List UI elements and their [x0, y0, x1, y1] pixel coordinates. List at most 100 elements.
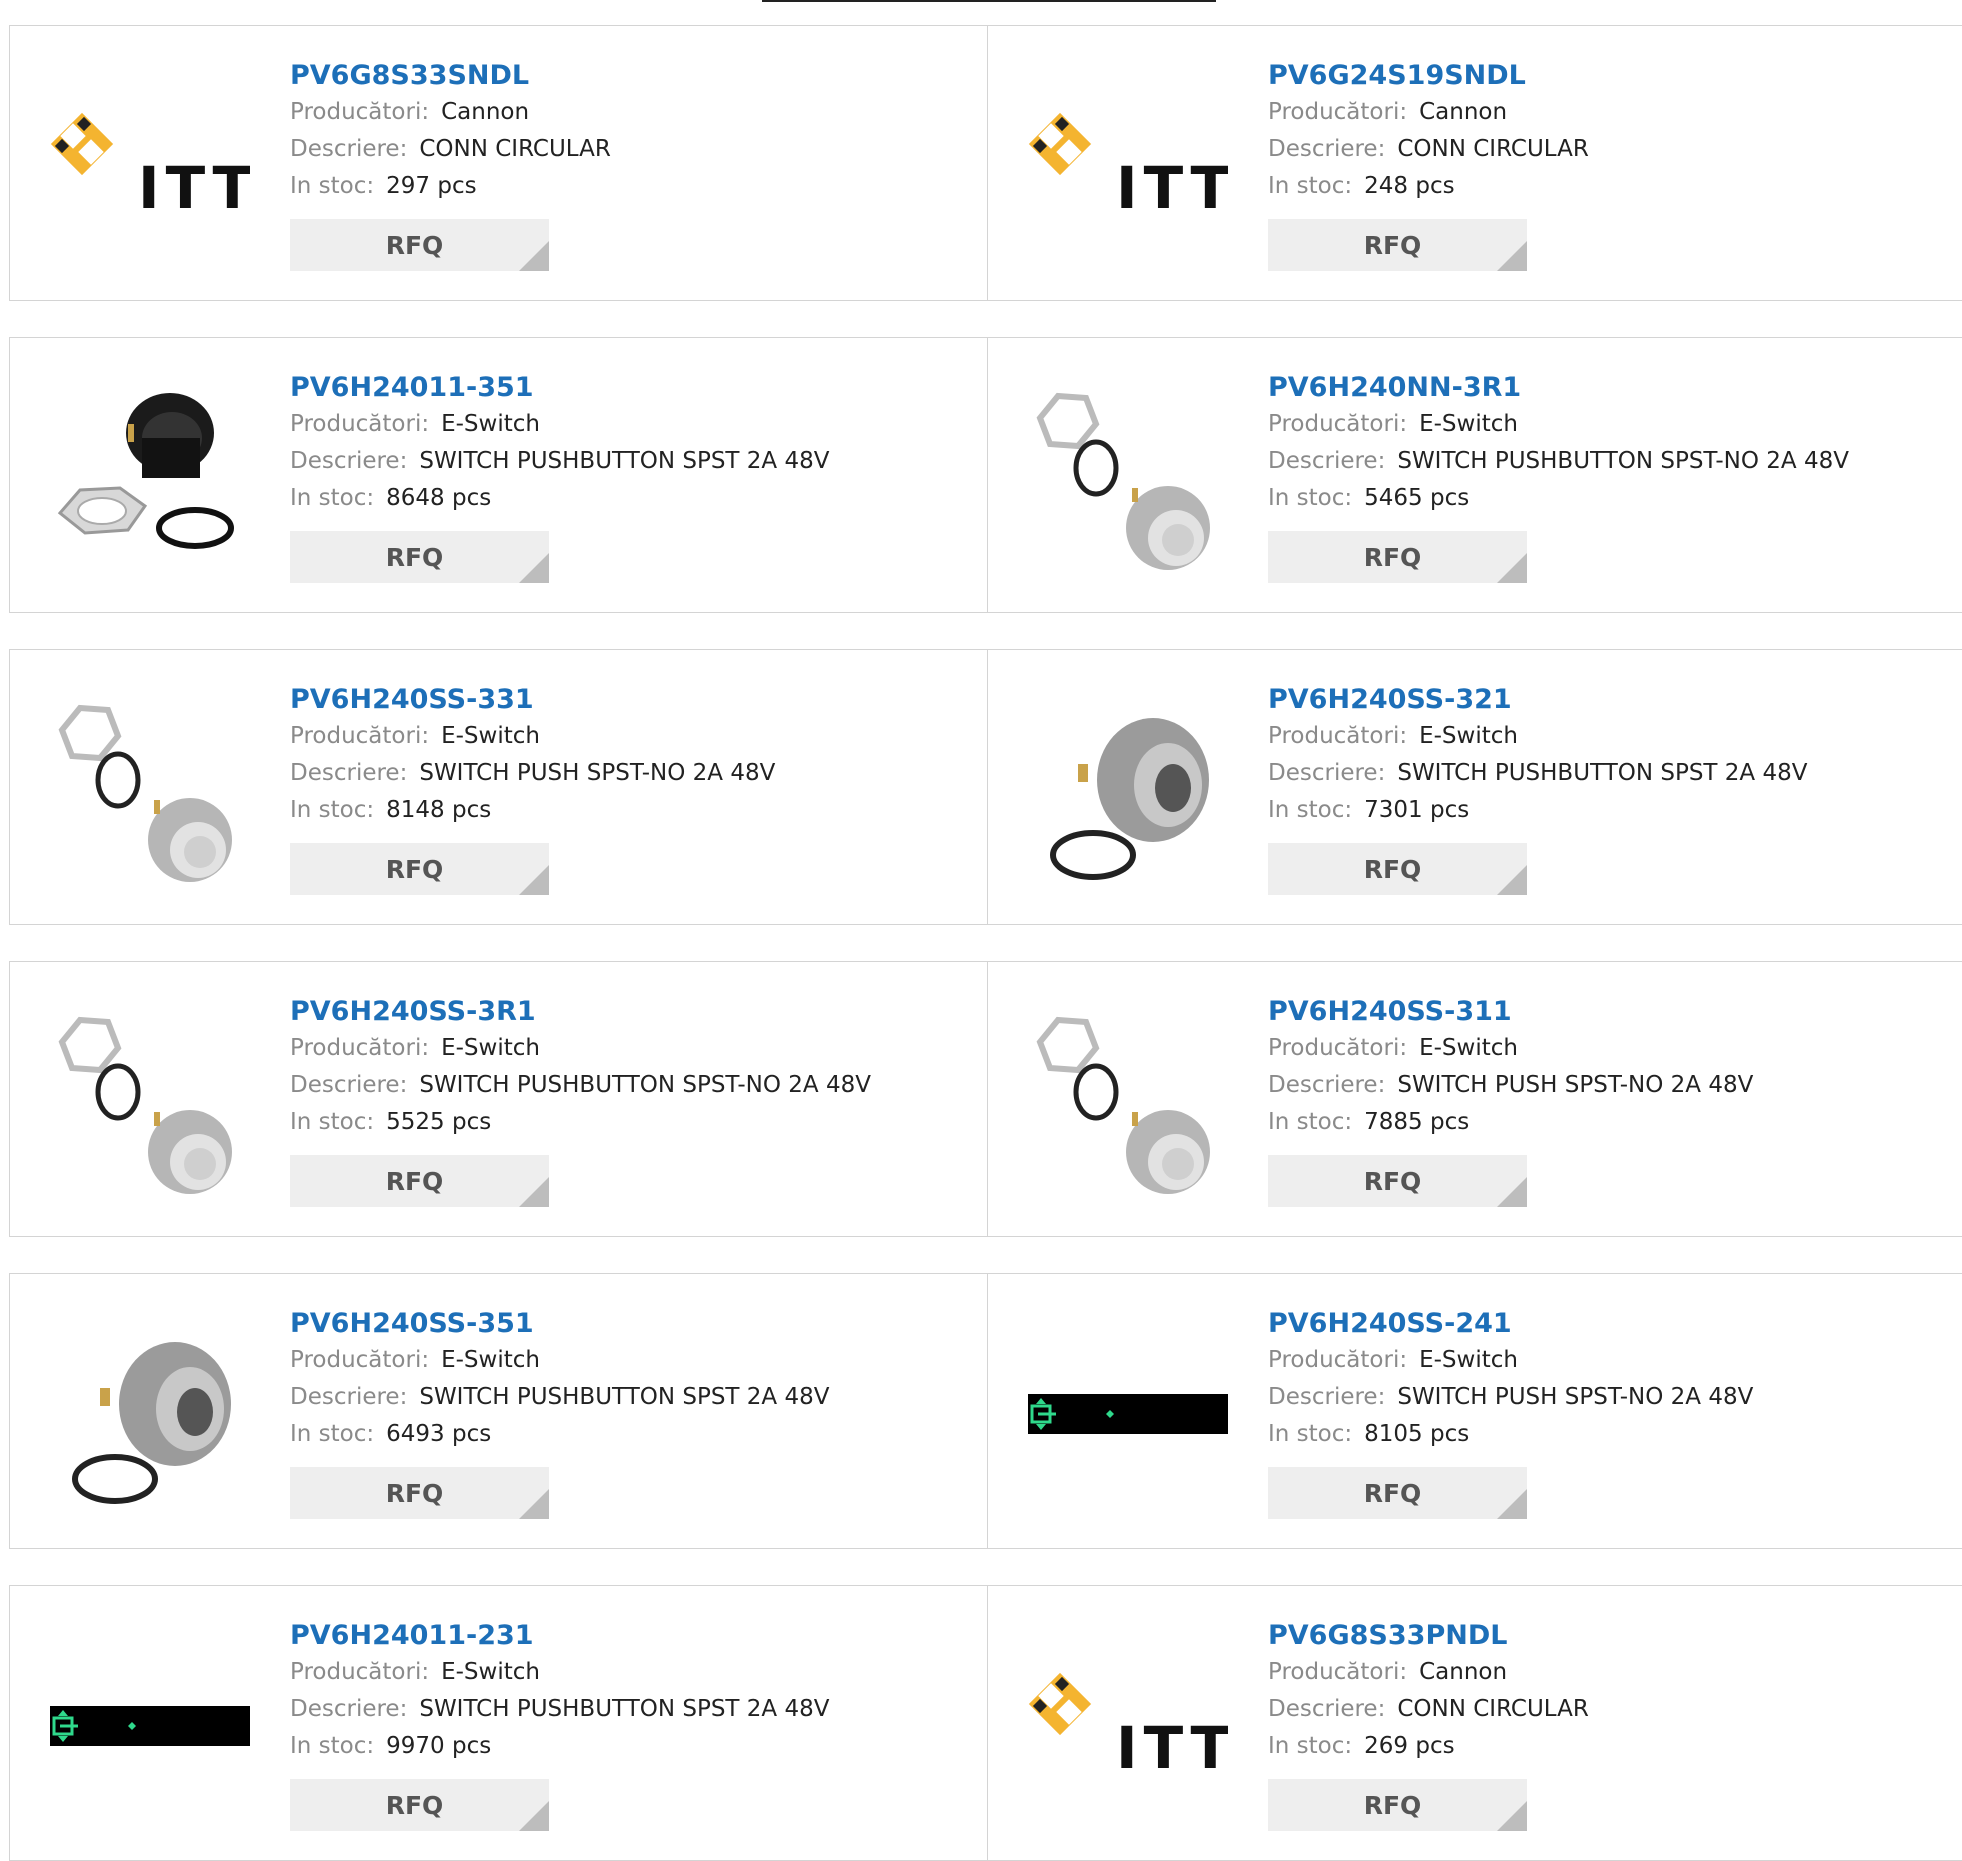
product-manufacturer-row: Producători: Cannon: [290, 94, 611, 131]
product-description-label: Descriere:: [1268, 1696, 1386, 1722]
product-image[interactable]: ITT: [50, 66, 250, 266]
product-info: PV6G24S19SNDL Producători: Cannon Descriere…: [1268, 58, 1589, 271]
product-manufacturer-row: Producători: Cannon: [1268, 1654, 1589, 1691]
rfq-button-label: RFQ: [1363, 854, 1422, 884]
product-image[interactable]: [1028, 1314, 1228, 1514]
product-stock-value: 8148 pcs: [386, 797, 492, 823]
product-description-label: Descriere:: [290, 760, 408, 786]
rfq-button[interactable]: RFQ: [1268, 843, 1527, 895]
corner-triangle-icon: [519, 241, 549, 271]
product-row: PV6H240SS-3R1 Producători: E-Switch Descrie…: [9, 961, 1962, 1237]
product-part-number-link[interactable]: PV6H240SS-311: [1268, 994, 1753, 1030]
rfq-button[interactable]: RFQ: [290, 1155, 549, 1207]
product-card: ITT PV6G24S19SNDL Producători: Cannon Descr…: [987, 26, 1962, 300]
product-info: PV6H240SS-321 Producători: E-Switch Descrie…: [1268, 682, 1807, 895]
rfq-button-label: RFQ: [1363, 542, 1422, 572]
corner-triangle-icon: [519, 1801, 549, 1831]
top-divider: [762, 0, 1216, 2]
product-image[interactable]: [50, 690, 250, 890]
product-description-row: Descriere: SWITCH PUSHBUTTON SPST 2A 48V: [1268, 755, 1807, 792]
corner-triangle-icon: [519, 865, 549, 895]
product-card: PV6H240SS-241 Producători: E-Switch Descrie…: [987, 1274, 1962, 1548]
corner-triangle-icon: [519, 553, 549, 583]
product-stock-value: 9970 pcs: [386, 1733, 492, 1759]
product-image[interactable]: [1028, 378, 1228, 578]
product-image[interactable]: [1028, 690, 1228, 890]
product-part-number-link[interactable]: PV6H240NN-3R1: [1268, 370, 1849, 406]
rfq-button[interactable]: RFQ: [1268, 1779, 1527, 1831]
product-description-row: Descriere: SWITCH PUSHBUTTON SPST 2A 48V: [290, 1691, 829, 1728]
product-row: PV6H240SS-351 Producători: E-Switch Descrie…: [9, 1273, 1962, 1549]
rfq-button[interactable]: RFQ: [290, 1779, 549, 1831]
rfq-button[interactable]: RFQ: [1268, 1467, 1527, 1519]
product-row: ITT PV6G8S33SNDL Producători: Cannon Descri…: [9, 25, 1962, 301]
product-part-number-link[interactable]: PV6G24S19SNDL: [1268, 58, 1589, 94]
product-manufacturer-value: Cannon: [1419, 1659, 1508, 1685]
svg-text:ITT: ITT: [1116, 154, 1228, 222]
product-part-number-link[interactable]: PV6H240SS-321: [1268, 682, 1807, 718]
product-image[interactable]: [1028, 1002, 1228, 1202]
product-card: PV6H240SS-321 Producători: E-Switch Descrie…: [987, 650, 1962, 924]
product-manufacturer-label: Producători:: [1268, 723, 1408, 749]
product-manufacturer-label: Producători:: [1268, 1347, 1408, 1373]
product-part-number-link[interactable]: PV6G8S33SNDL: [290, 58, 611, 94]
rfq-button[interactable]: RFQ: [1268, 219, 1527, 271]
product-card: ITT PV6G8S33PNDL Producători: Cannon Descri…: [987, 1586, 1962, 1860]
svg-text:ITT: ITT: [1116, 1714, 1228, 1782]
product-description-value: SWITCH PUSHBUTTON SPST-NO 2A 48V: [1397, 448, 1849, 474]
product-manufacturer-label: Producători:: [1268, 411, 1408, 437]
product-image[interactable]: ITT: [1028, 66, 1228, 266]
product-manufacturer-row: Producători: E-Switch: [290, 1342, 829, 1379]
product-part-number-link[interactable]: PV6H240SS-241: [1268, 1306, 1753, 1342]
product-stock-row: In stoc: 6493 pcs: [290, 1416, 829, 1453]
product-stock-row: In stoc: 248 pcs: [1268, 168, 1589, 205]
product-description-value: SWITCH PUSH SPST-NO 2A 48V: [419, 760, 776, 786]
product-description-label: Descriere:: [290, 136, 408, 162]
product-manufacturer-label: Producători:: [1268, 1659, 1408, 1685]
rfq-button-label: RFQ: [1363, 1478, 1422, 1508]
product-stock-label: In stoc:: [290, 173, 375, 199]
rfq-button[interactable]: RFQ: [1268, 531, 1527, 583]
product-image[interactable]: ITT: [1028, 1626, 1228, 1826]
product-stock-row: In stoc: 8148 pcs: [290, 792, 775, 829]
product-image[interactable]: [50, 1002, 250, 1202]
product-description-row: Descriere: SWITCH PUSHBUTTON SPST 2A 48V: [290, 443, 829, 480]
product-description-value: CONN CIRCULAR: [1397, 136, 1589, 162]
product-card: PV6H24011-231 Producători: E-Switch Descrie…: [9, 1586, 988, 1860]
rfq-button[interactable]: RFQ: [290, 1467, 549, 1519]
product-stock-value: 8105 pcs: [1364, 1421, 1470, 1447]
rfq-button[interactable]: RFQ: [290, 219, 549, 271]
product-image[interactable]: [50, 1314, 250, 1514]
product-part-number-link[interactable]: PV6G8S33PNDL: [1268, 1618, 1589, 1654]
product-manufacturer-value: Cannon: [441, 99, 530, 125]
product-card: PV6H240SS-3R1 Producători: E-Switch Descrie…: [9, 962, 988, 1236]
product-manufacturer-label: Producători:: [290, 1659, 430, 1685]
rfq-button-label: RFQ: [385, 854, 444, 884]
product-part-number-link[interactable]: PV6H240SS-351: [290, 1306, 829, 1342]
product-manufacturer-row: Producători: E-Switch: [1268, 1030, 1753, 1067]
product-manufacturer-value: E-Switch: [1419, 1347, 1518, 1373]
product-info: PV6H240SS-241 Producători: E-Switch Descrie…: [1268, 1306, 1753, 1519]
product-row: PV6H24011-231 Producători: E-Switch Descrie…: [9, 1585, 1962, 1861]
product-part-number-link[interactable]: PV6H24011-231: [290, 1618, 829, 1654]
rfq-button[interactable]: RFQ: [290, 531, 549, 583]
product-image[interactable]: [50, 378, 250, 578]
corner-triangle-icon: [1497, 865, 1527, 895]
corner-triangle-icon: [1497, 1177, 1527, 1207]
product-stock-value: 297 pcs: [386, 173, 477, 199]
product-description-label: Descriere:: [290, 448, 408, 474]
rfq-button[interactable]: RFQ: [290, 843, 549, 895]
product-part-number-link[interactable]: PV6H240SS-331: [290, 682, 775, 718]
rfq-button-label: RFQ: [385, 1166, 444, 1196]
product-stock-value: 7301 pcs: [1364, 797, 1470, 823]
product-description-row: Descriere: SWITCH PUSH SPST-NO 2A 48V: [290, 755, 775, 792]
product-part-number-link[interactable]: PV6H240SS-3R1: [290, 994, 871, 1030]
product-stock-row: In stoc: 8105 pcs: [1268, 1416, 1753, 1453]
rfq-button[interactable]: RFQ: [1268, 1155, 1527, 1207]
product-part-number-link[interactable]: PV6H24011-351: [290, 370, 829, 406]
product-manufacturer-value: Cannon: [1419, 99, 1508, 125]
product-manufacturer-row: Producători: E-Switch: [1268, 718, 1807, 755]
product-stock-row: In stoc: 297 pcs: [290, 168, 611, 205]
product-image[interactable]: [50, 1626, 250, 1826]
product-description-label: Descriere:: [290, 1696, 408, 1722]
